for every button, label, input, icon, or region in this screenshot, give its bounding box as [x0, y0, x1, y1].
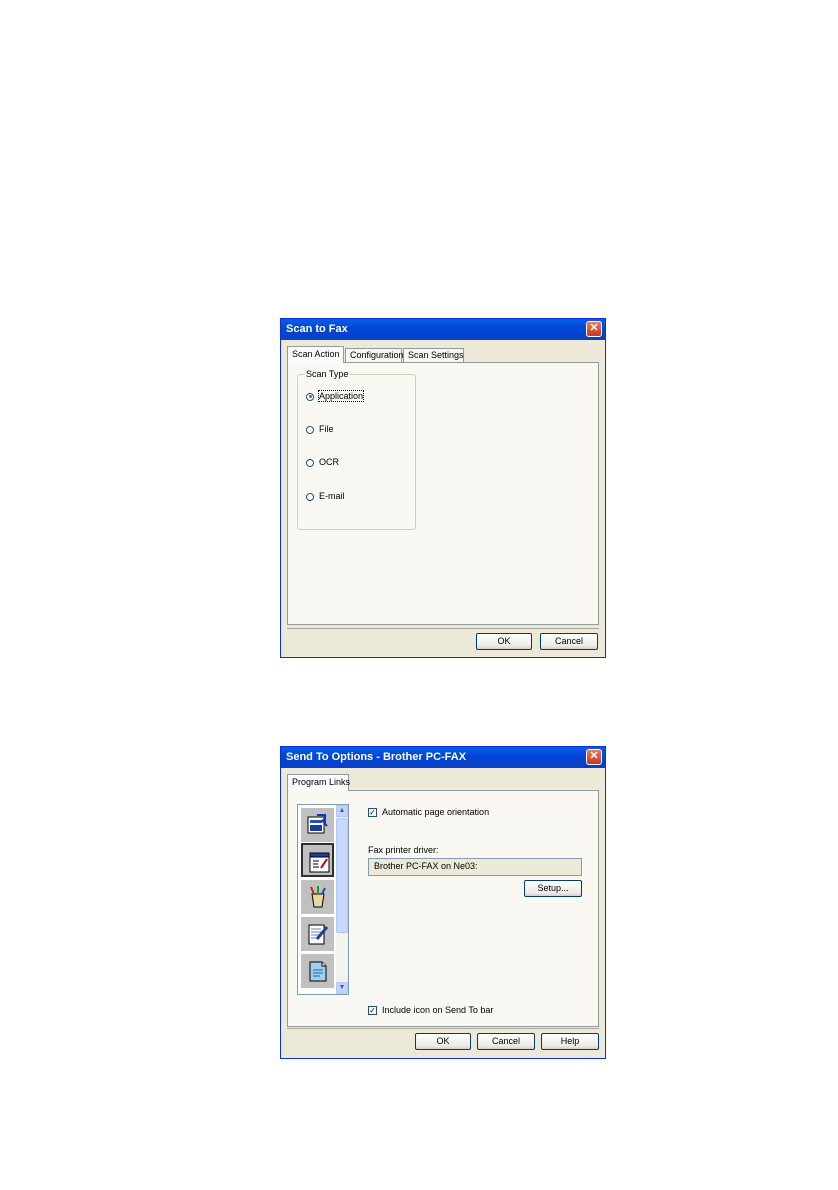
- dialog-title-bar[interactable]: Scan to Fax: [281, 319, 605, 340]
- radio-email[interactable]: E-mail: [306, 490, 345, 502]
- radio-icon: [306, 425, 314, 434]
- scroll-down-icon[interactable]: ▼: [336, 982, 348, 994]
- include-icon-checkbox[interactable]: ✓ Include icon on Send To bar: [368, 1004, 493, 1016]
- auto-orientation-checkbox[interactable]: ✓ Automatic page orientation: [368, 806, 489, 818]
- scan-to-fax-dialog: Scan to Fax ✕ Scan Action Configuration …: [280, 318, 606, 658]
- checkbox-label: Include icon on Send To bar: [382, 1005, 494, 1015]
- dialog-title-bar[interactable]: Send To Options - Brother PC-FAX: [281, 747, 605, 768]
- close-icon[interactable]: ✕: [586, 749, 602, 765]
- scroll-up-icon[interactable]: ▲: [336, 805, 348, 817]
- icon-list-scrollbar[interactable]: ▲ ▼: [336, 805, 348, 994]
- program-link-item[interactable]: [301, 808, 334, 842]
- ok-button[interactable]: OK: [415, 1033, 471, 1050]
- fax-link-icon: [309, 852, 330, 873]
- radio-application[interactable]: Application: [306, 390, 365, 402]
- application-link-icon: [307, 814, 328, 834]
- footer-divider: [287, 628, 599, 629]
- fax-driver-field: Brother PC-FAX on Ne03:: [368, 858, 582, 876]
- tab-scan-settings[interactable]: Scan Settings: [403, 348, 464, 362]
- dialog-title: Send To Options - Brother PC-FAX: [286, 751, 467, 763]
- checkbox-checked-icon: ✓: [368, 1006, 377, 1016]
- checkbox-checked-icon: ✓: [368, 808, 377, 818]
- group-label: Scan Type: [304, 369, 351, 379]
- cancel-button[interactable]: Cancel: [477, 1033, 535, 1050]
- program-link-item[interactable]: [301, 954, 334, 988]
- tab-program-links[interactable]: Program Links: [287, 774, 350, 791]
- program-icon-list[interactable]: ▲ ▼: [297, 804, 349, 995]
- notepad-link-icon: [308, 924, 329, 945]
- program-link-item[interactable]: [301, 917, 334, 951]
- scroll-thumb[interactable]: [336, 818, 348, 933]
- checkbox-label: Automatic page orientation: [382, 807, 490, 817]
- tab-panel: Scan Type Application File OCR E-mail: [287, 362, 599, 625]
- radio-label: OCR: [319, 457, 339, 467]
- program-link-item[interactable]: [301, 880, 334, 914]
- radio-icon: [306, 492, 314, 501]
- fax-driver-label: Fax printer driver:: [368, 845, 439, 855]
- send-to-options-dialog: Send To Options - Brother PC-FAX ✕ Progr…: [280, 746, 606, 1059]
- setup-button[interactable]: Setup...: [524, 880, 582, 897]
- help-button[interactable]: Help: [541, 1033, 599, 1050]
- ok-button[interactable]: OK: [476, 633, 532, 650]
- document-link-icon: [309, 961, 327, 982]
- radio-selected-icon: [306, 392, 314, 401]
- tab-panel: ▲ ▼ ✓ Automatic page orientation Fax prin…: [287, 790, 599, 1027]
- program-link-item-selected[interactable]: [301, 843, 334, 877]
- tab-scan-action[interactable]: Scan Action: [287, 346, 344, 363]
- radio-ocr[interactable]: OCR: [306, 456, 339, 468]
- paint-link-icon: [310, 886, 326, 908]
- footer-divider: [287, 1028, 599, 1029]
- scan-type-group: Scan Type Application File OCR E-mail: [297, 369, 416, 530]
- radio-file[interactable]: File: [306, 423, 334, 435]
- cancel-button[interactable]: Cancel: [540, 633, 598, 650]
- radio-label: File: [319, 424, 334, 434]
- tab-configuration[interactable]: Configuration: [345, 348, 404, 362]
- radio-label: Application: [317, 390, 365, 402]
- radio-icon: [306, 458, 314, 467]
- radio-label: E-mail: [319, 491, 345, 501]
- close-icon[interactable]: ✕: [586, 321, 602, 337]
- dialog-title: Scan to Fax: [286, 323, 348, 335]
